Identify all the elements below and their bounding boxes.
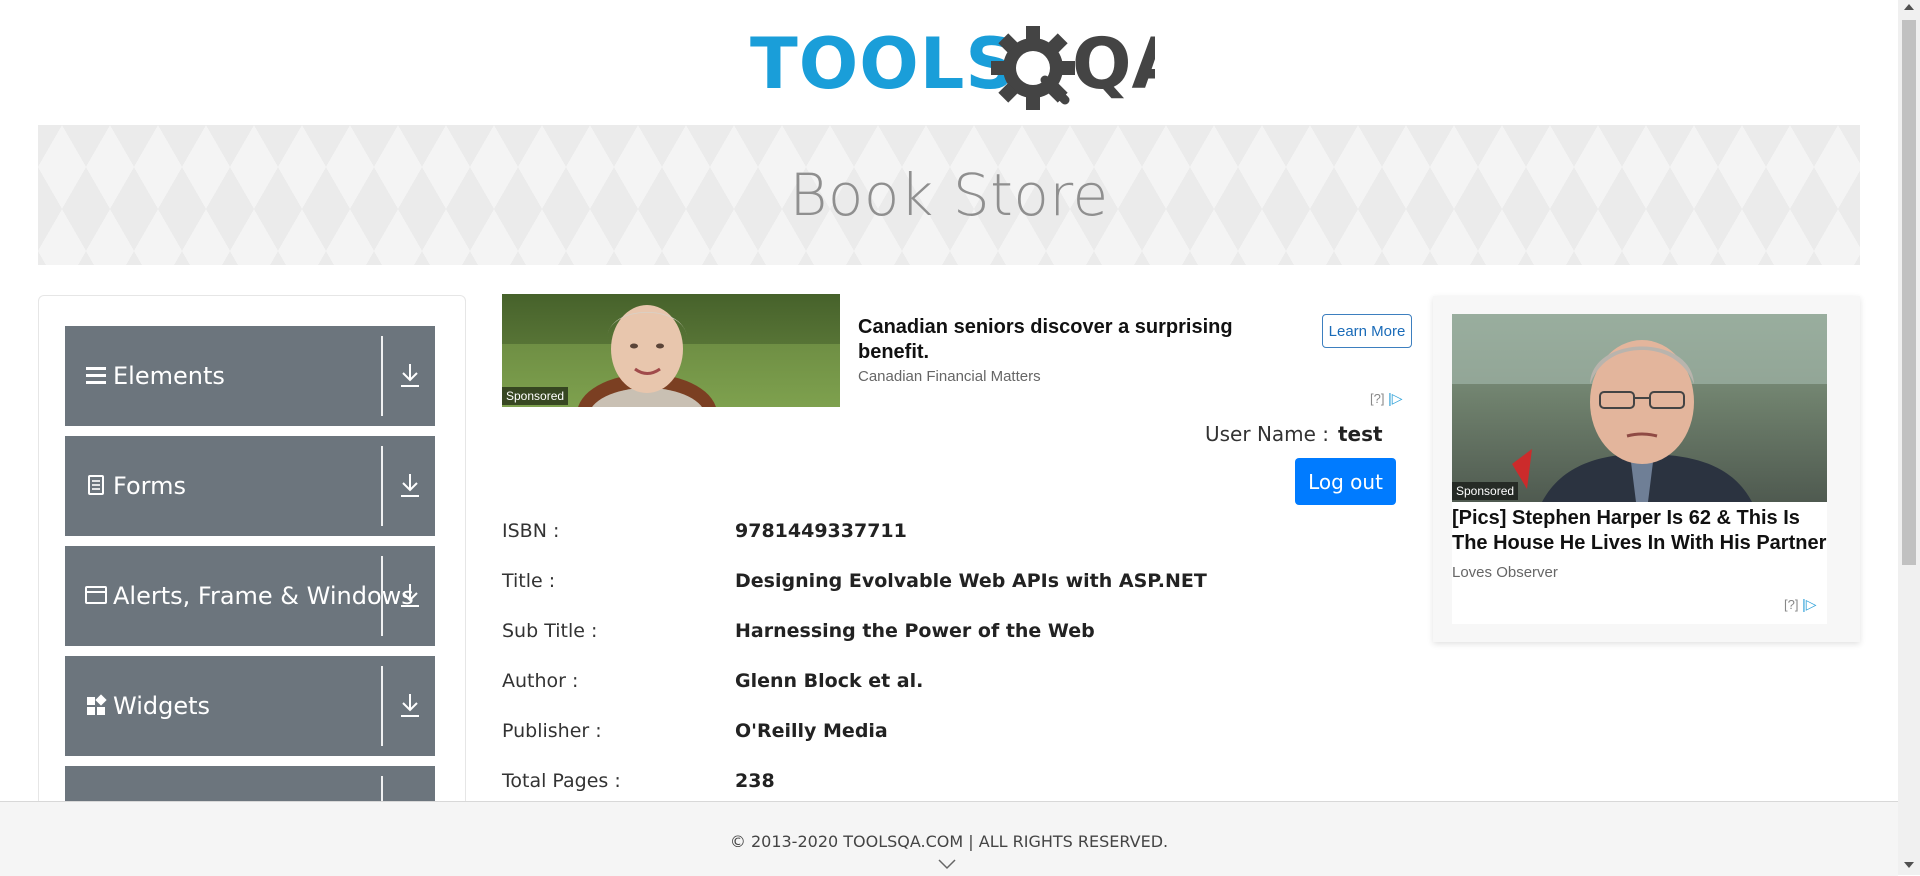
row-label: Sub Title : — [502, 620, 598, 642]
ad-card[interactable]: Sponsored [Pics] Stephen Harper Is 62 & … — [1452, 314, 1827, 624]
adchoice-triangle-icon: |▷ — [1388, 390, 1403, 406]
adchoices-icon[interactable]: [?] |▷ — [1784, 596, 1817, 613]
download-arrow-icon[interactable] — [399, 362, 421, 390]
row-value: 9781449337711 — [735, 520, 907, 542]
footer: © 2013-2020 TOOLSQA.COM | ALL RIGHTS RES… — [0, 801, 1898, 876]
row-value: 238 — [735, 770, 775, 792]
book-row-title: Title : Designing Evolvable Web APIs wit… — [502, 570, 1362, 600]
ad-source[interactable]: Loves Observer — [1452, 564, 1558, 581]
sidebar: Elements Forms Alerts, Frame & Windows W… — [38, 295, 466, 817]
sidebar-item-alerts-frame-windows[interactable]: Alerts, Frame & Windows — [65, 546, 435, 646]
page-title: Book Store — [789, 161, 1109, 229]
learn-more-button[interactable]: Learn More — [1322, 314, 1412, 348]
row-label: ISBN : — [502, 520, 560, 542]
user-name-label: User Name : — [1205, 422, 1330, 446]
ad-image[interactable]: Sponsored — [502, 294, 840, 407]
book-row-subtitle: Sub Title : Harnessing the Power of the … — [502, 620, 1362, 650]
copyright-text: © 2013-2020 TOOLSQA.COM | ALL RIGHTS RES… — [729, 832, 1169, 851]
page-header-banner: Book Store — [38, 125, 1860, 265]
adchoice-triangle-icon: |▷ — [1802, 596, 1817, 612]
sidebar-item-elements[interactable]: Elements — [65, 326, 435, 426]
ad-image[interactable]: Sponsored — [1452, 314, 1827, 502]
adchoice-label: [?] — [1370, 391, 1385, 406]
row-value: O'Reilly Media — [735, 720, 888, 742]
book-row-author: Author : Glenn Block et al. — [502, 670, 1362, 700]
row-value: Designing Evolvable Web APIs with ASP.NE… — [735, 570, 1207, 592]
sponsored-label: Sponsored — [1452, 482, 1519, 500]
book-row-total-pages: Total Pages : 238 — [502, 770, 1362, 800]
divider — [381, 556, 383, 636]
divider — [381, 446, 383, 526]
user-name-value: test — [1338, 422, 1383, 446]
divider — [381, 666, 383, 746]
widgets-icon — [85, 694, 107, 716]
adchoices-icon[interactable]: [?] |▷ — [1370, 390, 1403, 407]
hamburger-icon — [85, 364, 107, 386]
sidebar-item-forms[interactable]: Forms — [65, 436, 435, 536]
download-arrow-icon[interactable] — [399, 692, 421, 720]
logo-text-qa: QA — [1072, 23, 1155, 105]
download-arrow-icon[interactable] — [399, 472, 421, 500]
gear-magnifier-icon — [991, 26, 1075, 110]
row-label: Total Pages : — [502, 770, 621, 792]
sidebar-item-label: Alerts, Frame & Windows — [113, 582, 414, 610]
sidebar-item-widgets[interactable]: Widgets — [65, 656, 435, 756]
chevron-down-icon[interactable] — [937, 858, 957, 870]
row-label: Publisher : — [502, 720, 602, 742]
book-row-publisher: Publisher : O'Reilly Media — [502, 720, 1362, 750]
row-label: Author : — [502, 670, 579, 692]
sidebar-item-label: Elements — [113, 362, 225, 390]
row-value: Harnessing the Power of the Web — [735, 620, 1095, 642]
divider — [381, 336, 383, 416]
sponsored-ad-top[interactable]: Sponsored Canadian seniors discover a su… — [502, 294, 1414, 412]
logout-button[interactable]: Log out — [1295, 458, 1396, 505]
ad-headline[interactable]: [Pics] Stephen Harper Is 62 & This Is Th… — [1452, 506, 1830, 556]
ad-headline[interactable]: Canadian seniors discover a surprising b… — [858, 315, 1278, 365]
toolsqa-logo[interactable]: TOOLS QA — [750, 16, 1155, 116]
ad-source[interactable]: Canadian Financial Matters — [858, 368, 1041, 385]
sponsored-label: Sponsored — [502, 387, 569, 405]
window-icon — [85, 584, 107, 606]
page-scrollbar[interactable] — [1898, 0, 1920, 875]
book-row-isbn: ISBN : 9781449337711 — [502, 520, 1362, 550]
scrollbar-thumb[interactable] — [1902, 20, 1916, 565]
logo-text-tools: TOOLS — [750, 23, 1017, 105]
adchoice-label: [?] — [1784, 597, 1799, 612]
download-arrow-icon[interactable] — [399, 582, 421, 610]
scroll-up-arrow-icon[interactable] — [1904, 4, 1914, 10]
row-label: Title : — [502, 570, 556, 592]
sidebar-item-label: Forms — [113, 472, 186, 500]
scroll-down-arrow-icon[interactable] — [1904, 862, 1914, 868]
sidebar-item-label: Widgets — [113, 692, 211, 720]
sponsored-ad-right[interactable]: Sponsored [Pics] Stephen Harper Is 62 & … — [1433, 296, 1860, 642]
row-value: Glenn Block et al. — [735, 670, 924, 692]
document-icon — [85, 474, 107, 496]
